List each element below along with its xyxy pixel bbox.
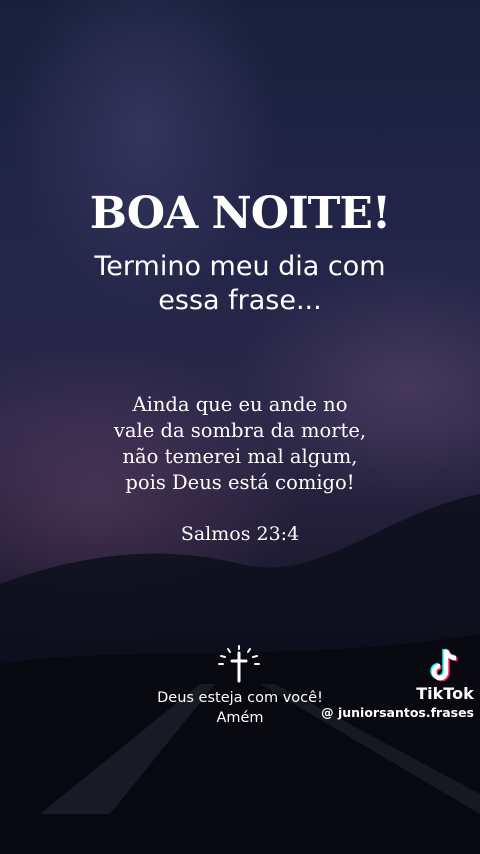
blessing-line-2: Amém <box>216 710 264 726</box>
verse-line: pois Deus está comigo! <box>125 471 355 494</box>
cross-icon <box>218 645 260 683</box>
blessing-text: Deus esteja com você! Amém <box>140 688 340 728</box>
tiktok-logo-icon <box>430 648 458 682</box>
tiktok-user-handle: @ juniorsantos.frases <box>321 705 474 720</box>
verse-line: não temerei mal algum, <box>122 445 358 468</box>
blessing-line-1: Deus esteja com você! <box>157 690 323 706</box>
page-title: BOA NOITE! <box>89 188 392 239</box>
tiktok-brand-label: TikTok <box>416 684 474 703</box>
page-subtitle: Termino meu dia com essa frase... <box>94 251 386 316</box>
verse-reference: Salmos 23:4 <box>180 523 300 545</box>
background-hills <box>0 494 480 854</box>
verse-line: Ainda que eu ande no <box>132 393 348 416</box>
bible-verse: Ainda que eu ande no vale da sombra da m… <box>60 392 420 496</box>
verse-line: vale da sombra da morte, <box>113 419 367 442</box>
